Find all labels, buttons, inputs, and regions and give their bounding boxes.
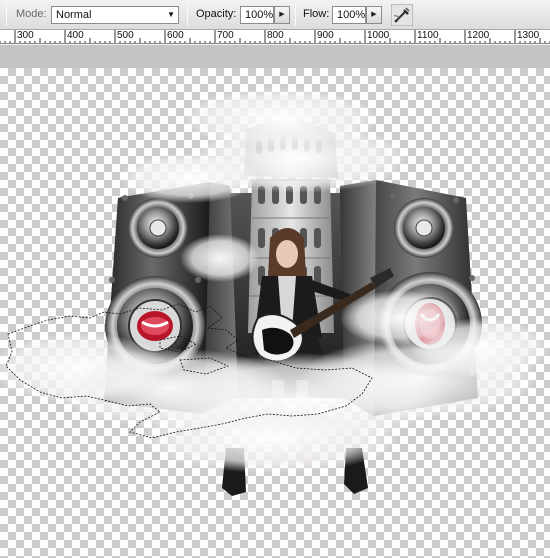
flow-label: Flow: — [303, 8, 330, 20]
opacity-slider-button[interactable]: ▶ — [274, 6, 290, 24]
options-separator — [6, 4, 7, 26]
ruler-tick-label: 1200 — [467, 30, 490, 41]
artwork-layer — [0, 88, 550, 496]
flow-slider-button[interactable]: ▶ — [366, 6, 382, 24]
ruler-tick-label: 800 — [267, 30, 284, 41]
ruler-tick-label: 1300 — [517, 30, 540, 41]
ruler-tick-label: 600 — [167, 30, 184, 41]
horizontal-ruler[interactable]: 300 400 500 600 700 800 900 1000 1100 1200 1300 — [0, 30, 550, 44]
triangle-right-icon: ▶ — [371, 11, 377, 18]
ruler-tick-label: 700 — [217, 30, 234, 41]
flow-input[interactable]: 100% — [332, 6, 366, 24]
ruler-tick-label: 400 — [67, 30, 84, 41]
mode-dropdown[interactable]: Normal ▼ — [51, 6, 179, 24]
options-separator — [187, 4, 188, 26]
pasteboard — [0, 45, 550, 68]
tool-options-bar: Mode: Normal ▼ Opacity: 100% ▶ Flow: 100… — [0, 0, 550, 30]
options-separator — [295, 4, 296, 26]
ruler-tick-label: 1000 — [367, 30, 390, 41]
chevron-down-icon: ▼ — [167, 10, 175, 19]
airbrush-icon[interactable] — [391, 4, 413, 26]
ruler-tick-label: 300 — [17, 30, 34, 41]
opacity-label: Opacity: — [196, 8, 237, 20]
mode-label: Mode: — [16, 8, 47, 20]
ruler-tick-label: 900 — [317, 30, 334, 41]
document-canvas[interactable] — [0, 68, 550, 558]
ruler-tick-label: 500 — [117, 30, 134, 41]
triangle-right-icon: ▶ — [279, 11, 285, 18]
opacity-input[interactable]: 100% — [240, 6, 274, 24]
ruler-tick-label: 1100 — [417, 30, 439, 41]
mode-value: Normal — [56, 9, 92, 21]
